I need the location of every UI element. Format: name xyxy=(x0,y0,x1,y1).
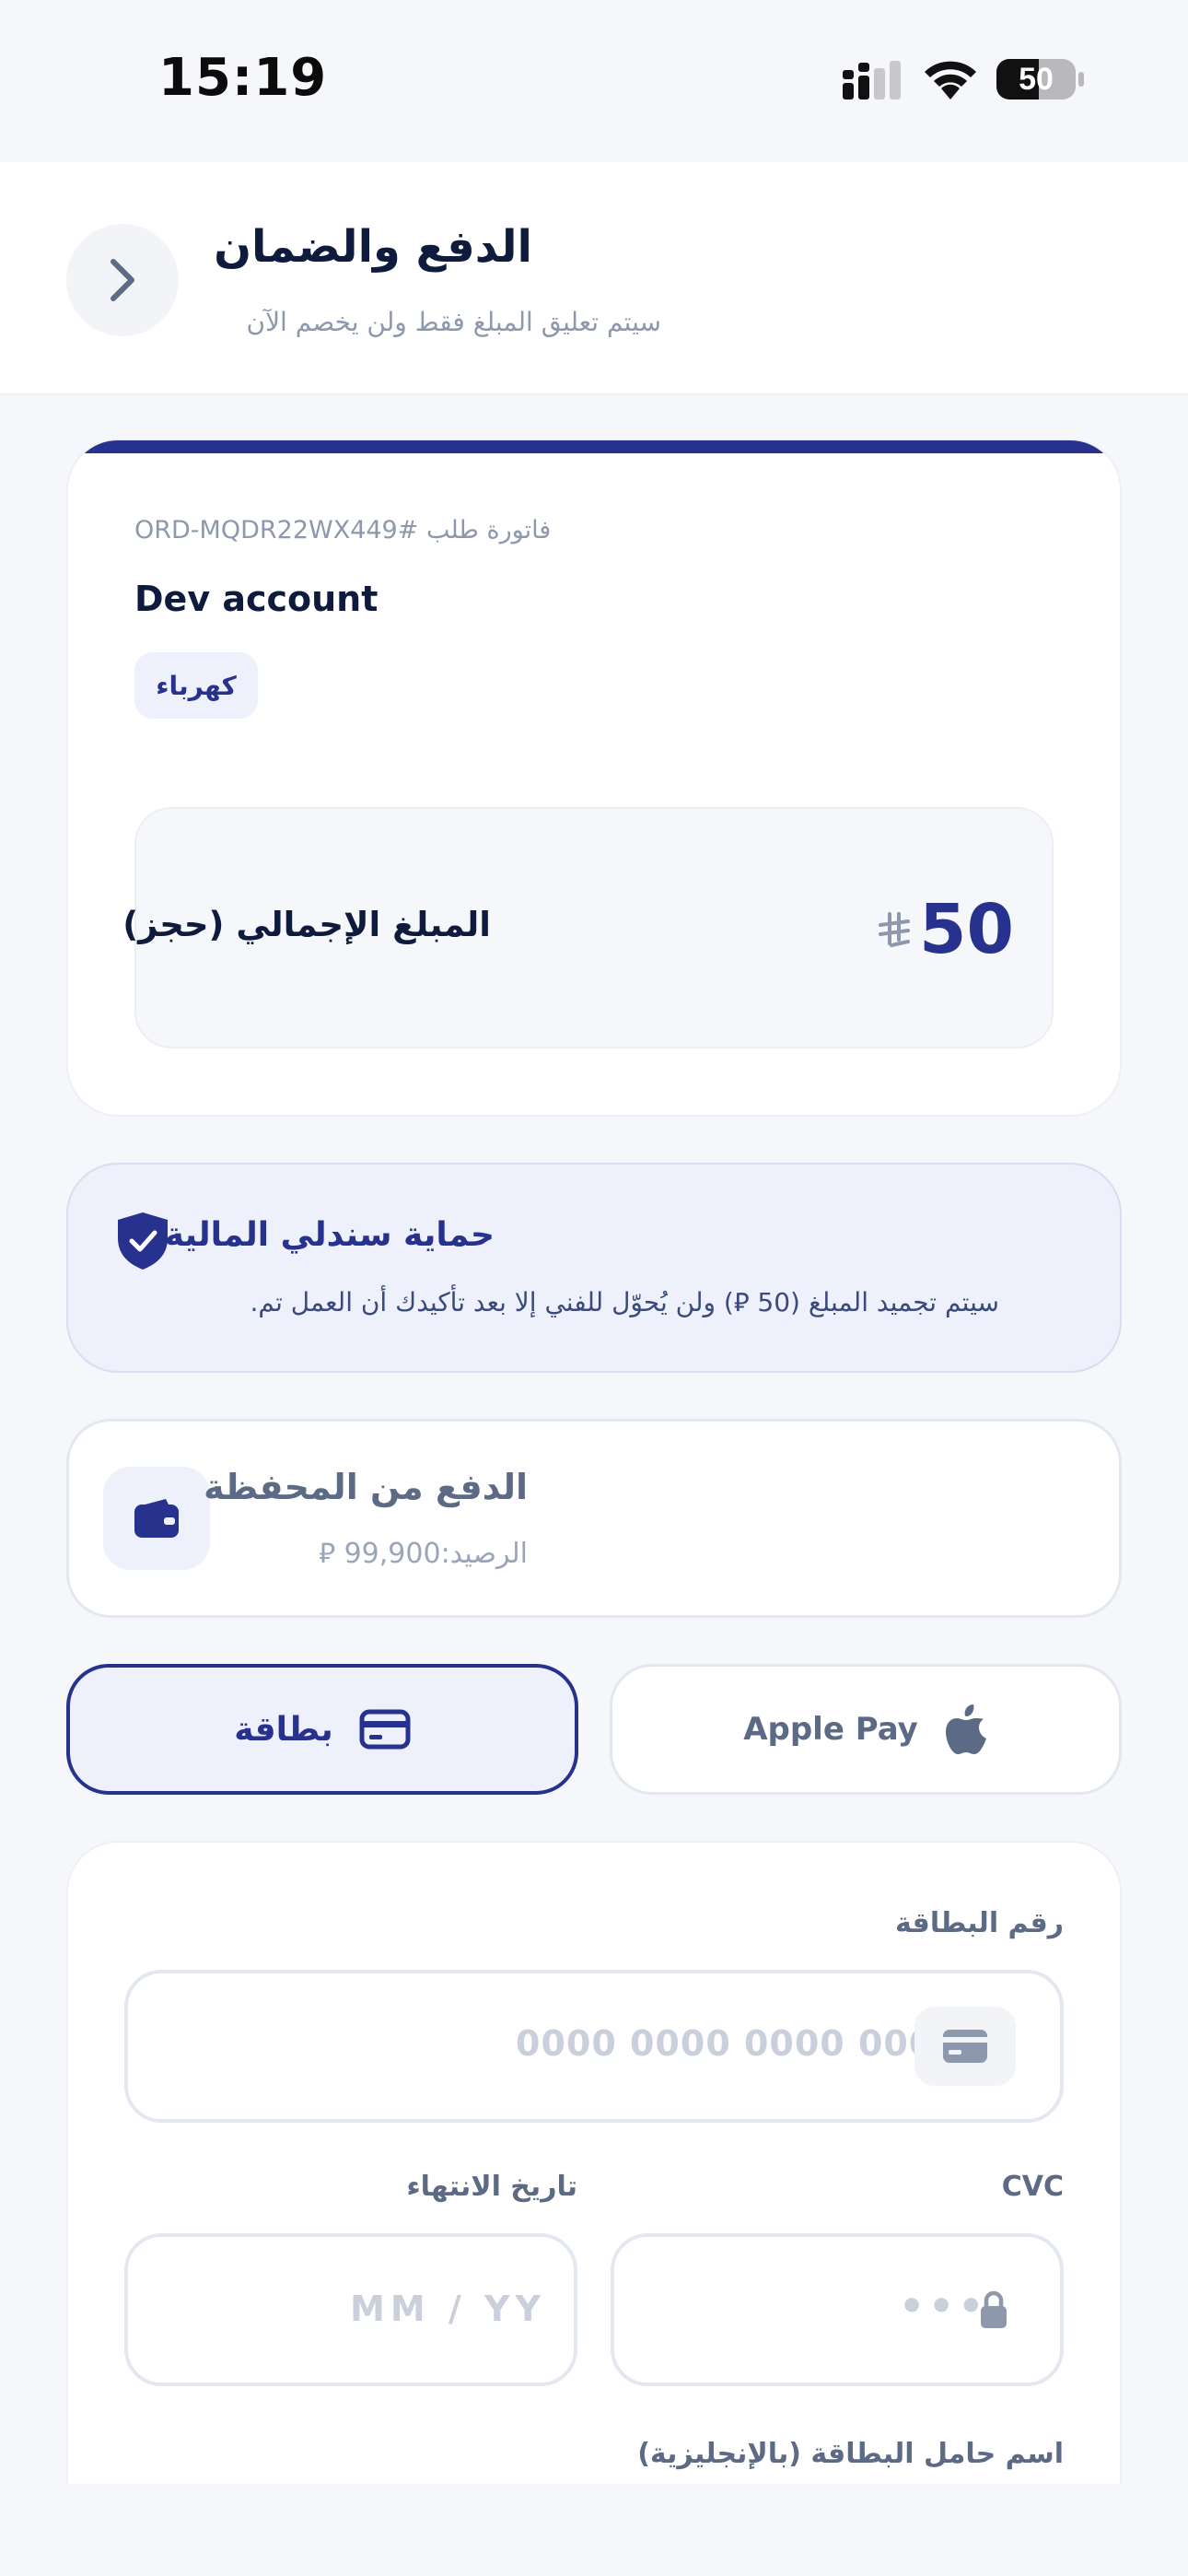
account-name: Dev account xyxy=(134,579,379,619)
total-amount: 50 xyxy=(919,890,1014,969)
expiry-label: تاريخ الانتهاء xyxy=(406,2171,577,2203)
invoice-accent-bar xyxy=(68,440,1120,453)
battery-level: 50 xyxy=(1019,61,1054,97)
cvc-label: CVC xyxy=(1001,2171,1064,2203)
back-button[interactable] xyxy=(66,224,179,336)
protection-text: سيتم تجميد المبلغ (50 ⃁) ولن يُحوّل للفن… xyxy=(250,1287,999,1317)
expiry-placeholder: MM / YY xyxy=(350,2289,546,2329)
credit-card-icon xyxy=(943,2030,987,2063)
credit-card-icon xyxy=(359,1709,411,1750)
category-badge: كهرباء xyxy=(134,652,258,719)
protection-notice xyxy=(66,1163,1122,1373)
cvc-placeholder: ••• xyxy=(899,2283,988,2330)
chevron-right-icon xyxy=(111,259,134,301)
card-number-placeholder: 0000 0000 0000 0000 xyxy=(516,2023,960,2064)
invoice-number: فاتورة طلب #ORD-MQDR22WX449 xyxy=(134,516,552,544)
cellular-signal-icon xyxy=(843,61,901,100)
card-method-label: بطاقة xyxy=(234,1710,333,1749)
status-time: 15:19 xyxy=(158,48,328,108)
apple-pay-label: Apple Pay xyxy=(743,1711,918,1748)
page-subtitle: سيتم تعليق المبلغ فقط ولن يخصم الآن xyxy=(246,307,661,337)
wifi-icon xyxy=(925,61,976,100)
wallet-icon xyxy=(134,1499,179,1538)
bottom-area xyxy=(0,2484,1188,2576)
protection-title: حماية سندلي المالية xyxy=(164,1216,495,1254)
apple-logo-icon xyxy=(945,1704,986,1754)
riyal-currency-icon xyxy=(879,912,910,947)
card-number-label: رقم البطاقة xyxy=(894,1907,1064,1939)
wallet-payment-option[interactable] xyxy=(66,1419,1122,1618)
page-title: الدفع والضمان xyxy=(214,221,532,273)
card-field-icon-box xyxy=(914,2007,1016,2086)
shield-check-icon xyxy=(118,1212,168,1270)
wallet-icon-box xyxy=(103,1467,210,1570)
card-method-button[interactable]: بطاقة xyxy=(66,1664,578,1795)
wallet-balance: الرصيد:99,900 ⃁ xyxy=(319,1538,528,1570)
cardholder-name-label: اسم حامل البطاقة (بالإنجليزية) xyxy=(637,2438,1064,2470)
battery-icon: 50 xyxy=(996,57,1085,101)
apple-pay-button[interactable]: Apple Pay xyxy=(610,1664,1122,1795)
lock-icon xyxy=(981,2290,1007,2328)
total-label: المبلغ الإجمالي (حجز) xyxy=(122,905,491,944)
wallet-title: الدفع من المحفظة xyxy=(204,1467,528,1507)
